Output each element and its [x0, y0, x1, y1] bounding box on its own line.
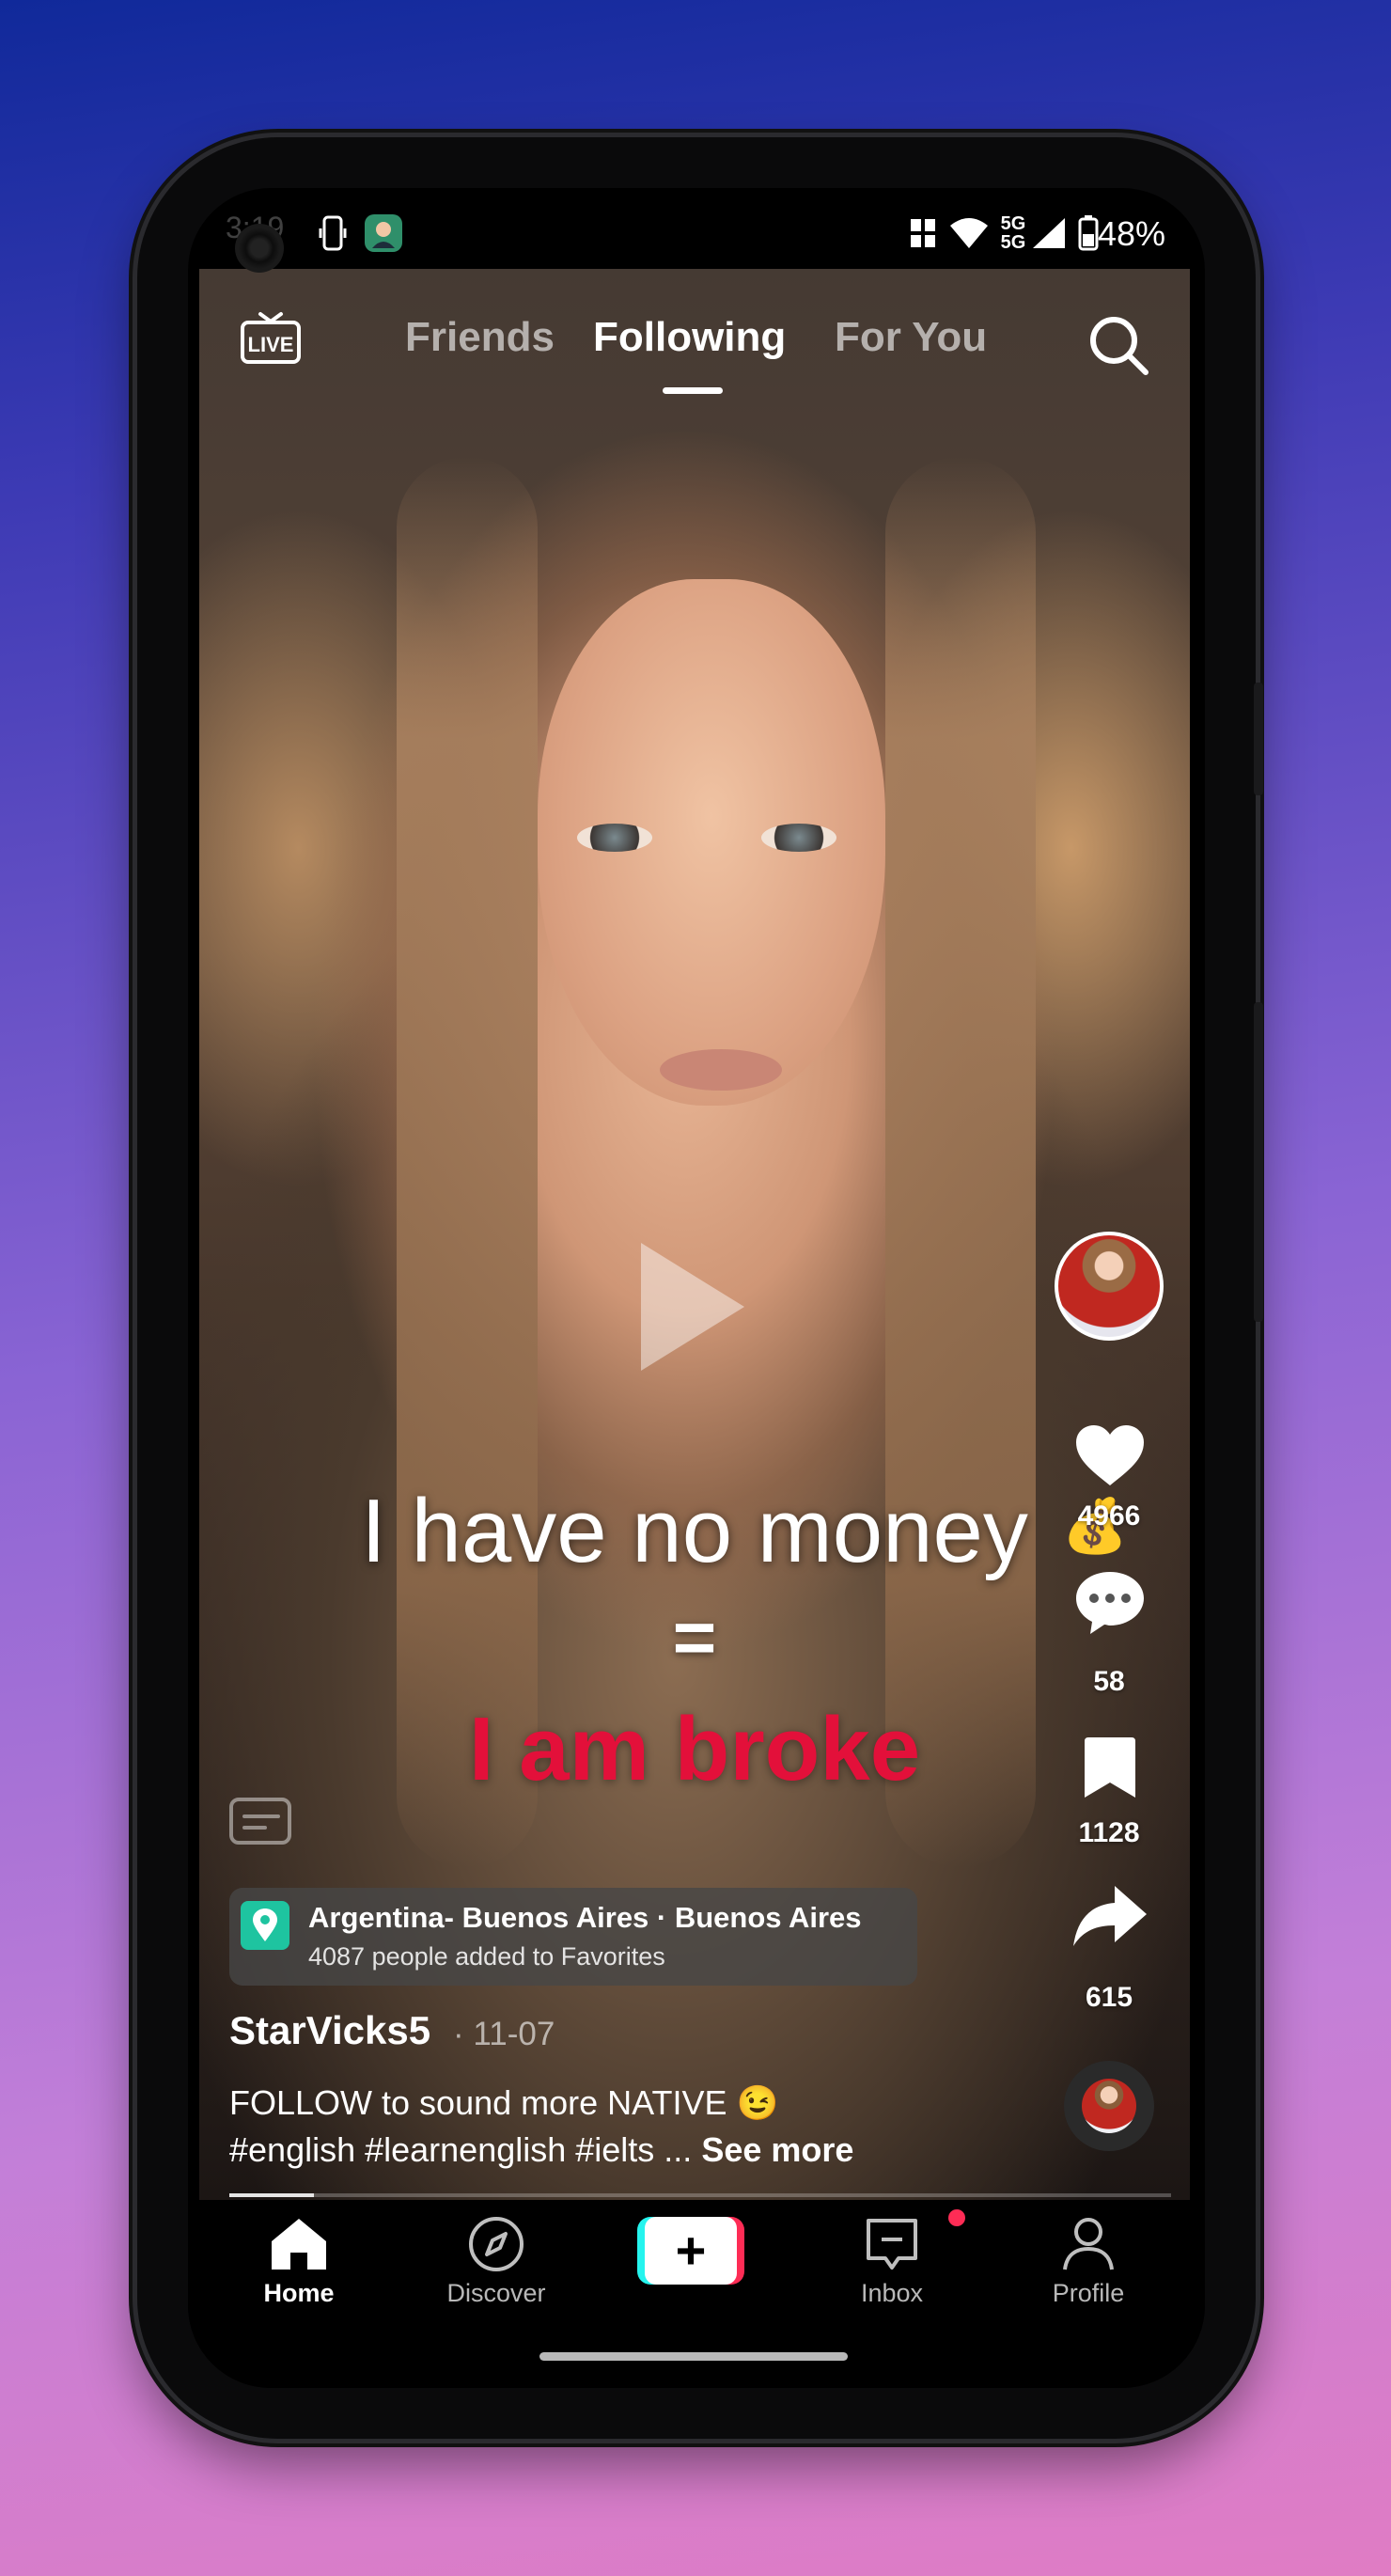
- compass-icon: [469, 2217, 524, 2271]
- bottom-nav: Home Discover + Inbox Profile: [188, 2200, 1205, 2388]
- phone-sync-icon: [316, 214, 350, 252]
- tab-for-you[interactable]: For You: [835, 314, 987, 361]
- nav-home[interactable]: Home: [224, 2213, 374, 2308]
- inbox-icon-wrap: [861, 2209, 965, 2275]
- network-label-bottom: 5G: [1000, 232, 1026, 253]
- nav-inbox[interactable]: Inbox: [817, 2209, 967, 2308]
- post-username[interactable]: StarVicks5: [229, 2008, 430, 2053]
- nav-profile-label: Profile: [1052, 2279, 1125, 2307]
- music-disc[interactable]: [1064, 2061, 1154, 2151]
- inbox-icon: [867, 2219, 917, 2270]
- create-button[interactable]: +: [637, 2217, 744, 2285]
- post-hashtags-text[interactable]: #english #learnenglish #ielts ...: [229, 2130, 692, 2169]
- battery-percent: 48%: [1097, 214, 1165, 253]
- power-button: [1254, 1002, 1263, 1322]
- tab-friends[interactable]: Friends: [405, 314, 555, 361]
- nav-discover[interactable]: Discover: [421, 2213, 571, 2308]
- network-label-top: 5G: [1000, 213, 1026, 234]
- signal-icon: [1030, 214, 1068, 252]
- video-caption-line1: I have no money: [361, 1481, 1028, 1581]
- tab-active-indicator: [663, 387, 723, 394]
- play-icon[interactable]: [641, 1243, 744, 1371]
- home-icon: [272, 2219, 326, 2270]
- post-hashtags: #english #learnenglish #ielts ... See mo…: [229, 2130, 853, 2170]
- post-description: FOLLOW to sound more NATIVE 😉: [229, 2083, 779, 2122]
- live-icon[interactable]: LIVE: [240, 310, 302, 364]
- inbox-badge: [948, 2209, 965, 2226]
- top-bar: LIVE Friends Following For You: [188, 301, 1205, 404]
- video-subject-eye: [761, 824, 836, 852]
- location-subtitle: 4087 people added to Favorites: [308, 1942, 665, 1971]
- share-icon[interactable]: [1071, 1882, 1149, 1950]
- location-card[interactable]: Argentina- Buenos Aires · Buenos Aires 4…: [229, 1888, 917, 1986]
- plus-icon: +: [645, 2217, 737, 2285]
- comment-count: 58: [1093, 1666, 1125, 1697]
- nav-profile[interactable]: Profile: [1013, 2213, 1164, 2308]
- wifi-icon: [947, 214, 991, 252]
- share-count: 615: [1085, 1982, 1133, 2013]
- location-pin-icon: [241, 1901, 289, 1950]
- live-label: LIVE: [248, 333, 294, 356]
- bookmark-icon[interactable]: [1083, 1736, 1137, 1801]
- tab-following[interactable]: Following: [593, 314, 786, 361]
- video-progress-bar[interactable]: [229, 2193, 1171, 2197]
- creator-avatar[interactable]: [1055, 1232, 1164, 1341]
- search-icon[interactable]: [1086, 312, 1151, 378]
- home-indicator: [539, 2352, 848, 2361]
- phone-screen: I have no money = I am broke 3:19 5G 5G …: [188, 188, 1205, 2388]
- video-caption-equals: =: [672, 1595, 717, 1679]
- battery-icon: [1077, 214, 1100, 252]
- bookmark-count: 1128: [1078, 1817, 1140, 1848]
- network-type: 5G 5G: [994, 214, 1032, 252]
- heart-icon[interactable]: [1074, 1423, 1146, 1489]
- nav-home-label: Home: [263, 2279, 335, 2307]
- captions-icon[interactable]: [229, 1798, 291, 1845]
- person-icon: [1063, 2218, 1114, 2270]
- app-avatar-icon: [363, 214, 404, 252]
- volume-button: [1254, 683, 1263, 795]
- comment-icon[interactable]: [1073, 1568, 1147, 1638]
- status-bar: 3:19 5G 5G 48%: [188, 188, 1205, 273]
- video-subject-lips: [660, 1049, 782, 1091]
- video-caption-line2: I am broke: [468, 1699, 921, 1799]
- location-title: Argentina- Buenos Aires · Buenos Aires: [308, 1901, 862, 1934]
- video-subject-eye: [577, 824, 652, 852]
- see-more-link[interactable]: See more: [701, 2130, 853, 2169]
- post-date: · 11-07: [453, 2016, 555, 2052]
- nav-discover-label: Discover: [446, 2279, 546, 2307]
- music-disc-cover: [1082, 2079, 1136, 2133]
- vibrate-icon: [906, 214, 940, 252]
- like-count: 4966: [1077, 1500, 1141, 1531]
- video-progress-fill: [229, 2193, 315, 2197]
- nav-inbox-label: Inbox: [860, 2279, 924, 2307]
- front-camera: [235, 224, 284, 273]
